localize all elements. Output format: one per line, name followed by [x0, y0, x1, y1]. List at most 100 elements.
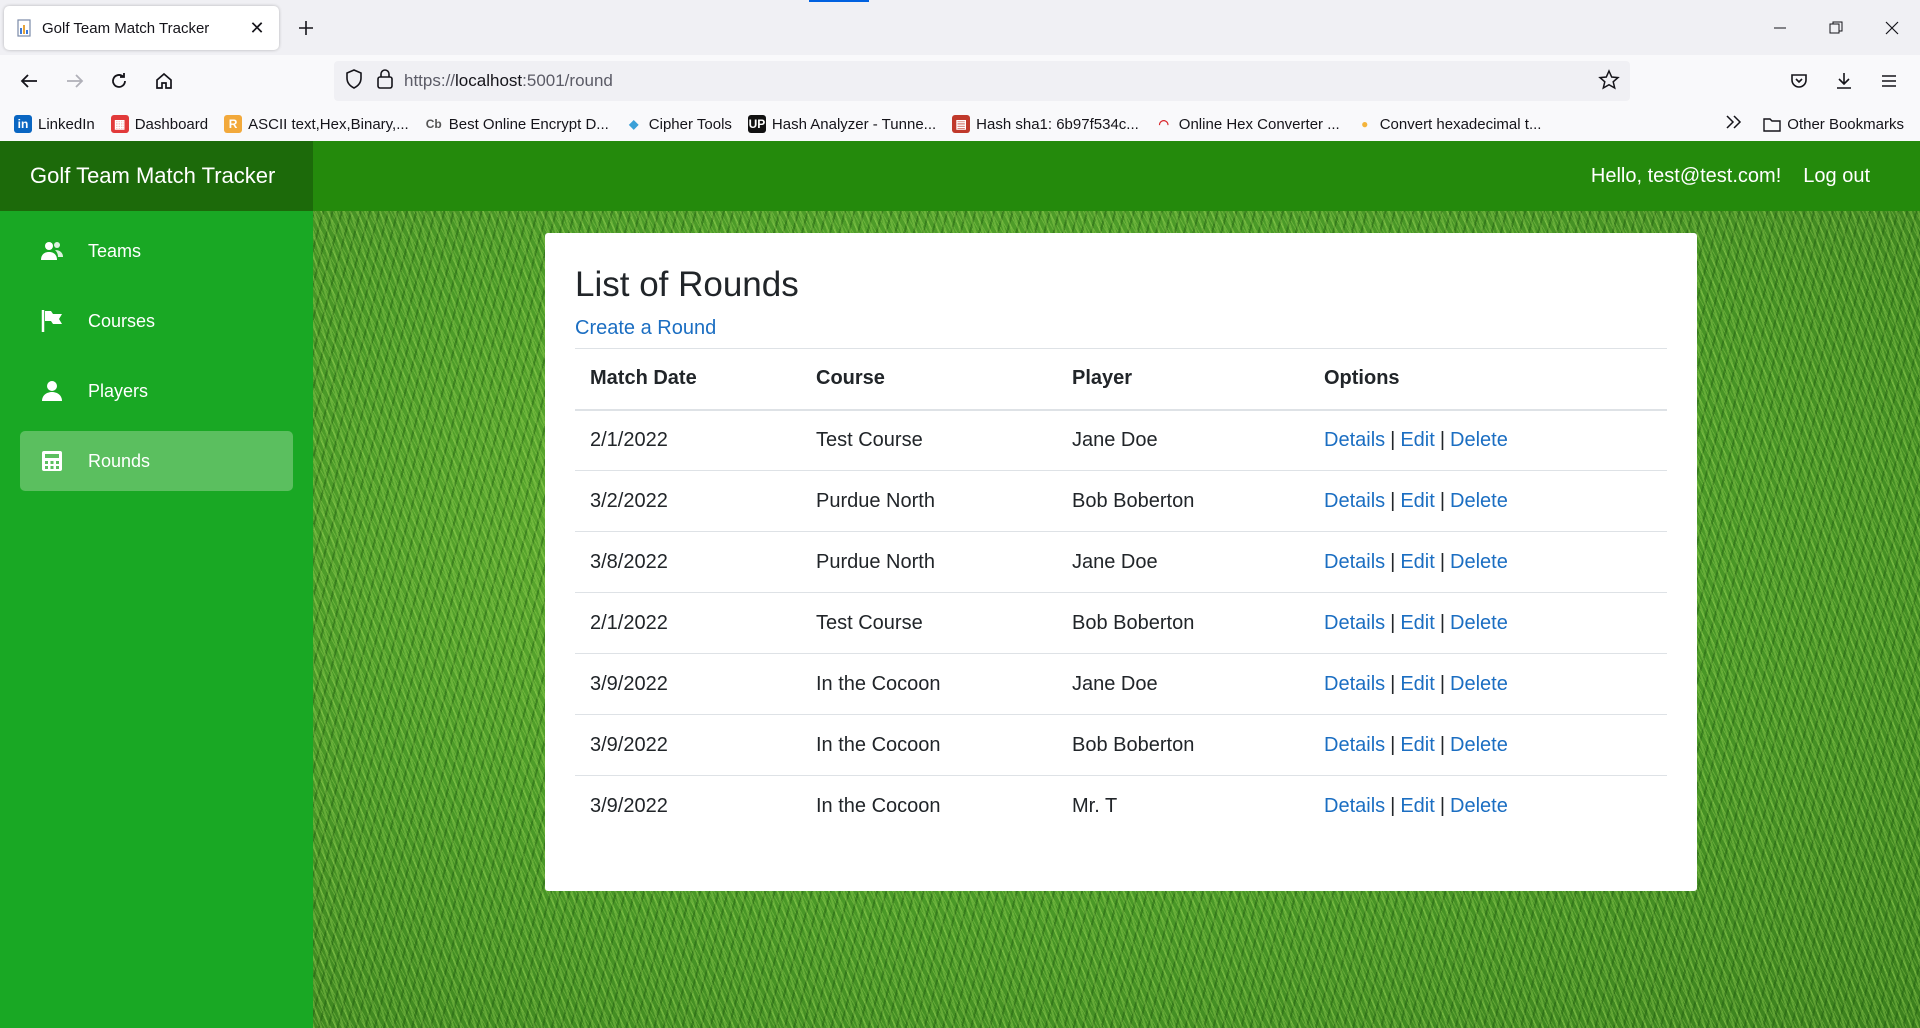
address-bar[interactable]: https://localhost:5001/round — [334, 61, 1630, 101]
up-icon: UP — [747, 115, 766, 133]
cell-match-date: 3/9/2022 — [575, 653, 801, 715]
edit-link[interactable]: Edit — [1400, 429, 1434, 451]
pocket-icon[interactable] — [1782, 64, 1816, 98]
forward-arrow-icon[interactable] — [58, 64, 92, 98]
bookmark-item[interactable]: ▤ Hash sha1: 6b97f534c... — [946, 110, 1145, 138]
delete-link[interactable]: Delete — [1450, 490, 1508, 512]
table-row: 3/9/2022 In the Cocoon Jane Doe Details | Edi… — [575, 653, 1667, 715]
back-arrow-icon[interactable] — [12, 64, 46, 98]
separator: | — [1439, 550, 1446, 573]
app-brand[interactable]: Golf Team Match Tracker — [0, 141, 313, 211]
bookmark-item[interactable]: R ASCII text,Hex,Binary,... — [218, 110, 415, 138]
minimize-icon[interactable] — [1752, 0, 1808, 55]
column-header-match-date: Match Date — [575, 348, 801, 411]
home-icon[interactable] — [147, 64, 181, 98]
chevron-overflow-icon[interactable] — [1725, 114, 1743, 135]
separator: | — [1390, 428, 1396, 451]
separator: | — [1439, 489, 1446, 512]
convert-icon: ● — [1361, 117, 1369, 131]
close-tab-icon[interactable]: ✕ — [243, 14, 271, 42]
table-row: 3/2/2022 Purdue North Bob Boberton Details |… — [575, 470, 1667, 532]
menu-hamburger-icon[interactable] — [1872, 64, 1906, 98]
folder-icon — [1763, 115, 1781, 133]
details-link[interactable]: Details — [1324, 490, 1385, 512]
edit-link[interactable]: Edit — [1400, 551, 1434, 573]
details-link[interactable]: Details — [1324, 612, 1385, 634]
reload-icon[interactable] — [102, 64, 136, 98]
separator: | — [1390, 489, 1396, 512]
url-scheme: https:// — [404, 71, 456, 90]
rounds-card: List of Rounds Create a Round Match Date… — [545, 233, 1697, 891]
table-row: 3/9/2022 In the Cocoon Mr. T Details | Edit | D… — [575, 776, 1667, 837]
calculator-icon — [40, 449, 64, 473]
teams-icon — [40, 239, 64, 263]
cell-player: Jane Doe — [1057, 409, 1309, 471]
cell-options: Details | Edit | Delete — [1309, 776, 1667, 837]
cell-course: In the Cocoon — [801, 653, 1057, 715]
app-header: Golf Team Match Tracker Hello, test@test… — [0, 141, 1920, 211]
new-tab-plus-icon[interactable] — [290, 12, 322, 44]
downloads-icon[interactable] — [1827, 64, 1861, 98]
details-link[interactable]: Details — [1324, 673, 1385, 695]
url-text: https://localhost:5001/round — [404, 71, 613, 91]
lock-icon[interactable] — [376, 68, 394, 95]
sidebar-item-teams[interactable]: Teams — [20, 221, 293, 281]
logout-button[interactable]: Log out — [1803, 165, 1870, 188]
cell-course: Purdue North — [801, 531, 1057, 593]
delete-link[interactable]: Delete — [1450, 612, 1508, 634]
bookmark-item[interactable]: ◠ Online Hex Converter ... — [1149, 110, 1346, 138]
cb-icon: Cb — [425, 117, 442, 131]
cell-player: Mr. T — [1072, 794, 1118, 817]
details-link[interactable]: Details — [1324, 734, 1385, 756]
bookmark-label: LinkedIn — [38, 115, 95, 133]
other-bookmarks[interactable]: Other Bookmarks — [1757, 110, 1910, 138]
edit-link[interactable]: Edit — [1400, 490, 1434, 512]
cell-options: Details | Edit | Delete — [1309, 653, 1667, 715]
bookmark-item[interactable]: ◆ Cipher Tools — [619, 110, 738, 138]
bookmark-item[interactable]: UP Hash Analyzer - Tunne... — [742, 110, 942, 138]
cell-player: Bob Boberton — [1057, 714, 1309, 776]
bookmark-item[interactable]: Cb Best Online Encrypt D... — [419, 110, 615, 138]
browser-tab-strip: Golf Team Match Tracker ✕ — [0, 0, 1920, 55]
delete-link[interactable]: Delete — [1450, 795, 1508, 817]
sidebar-item-rounds[interactable]: Rounds — [20, 431, 293, 491]
cell-options: Details | Edit | Delete — [1309, 592, 1667, 654]
cell-match-date: 3/8/2022 — [575, 531, 801, 593]
delete-link[interactable]: Delete — [1450, 673, 1508, 695]
edit-link[interactable]: Edit — [1400, 734, 1434, 756]
close-window-icon[interactable] — [1864, 0, 1920, 55]
bookmark-item[interactable]: in LinkedIn — [8, 110, 101, 138]
cipher-icon: ◆ — [629, 117, 639, 131]
sidebar-item-players[interactable]: Players — [20, 361, 293, 421]
restore-icon[interactable] — [1808, 0, 1864, 55]
bookmark-label: Cipher Tools — [648, 115, 732, 133]
create-round-link[interactable]: Create a Round — [575, 317, 716, 340]
delete-link[interactable]: Delete — [1450, 734, 1508, 756]
url-host: localhost — [455, 71, 523, 90]
delete-link[interactable]: Delete — [1450, 429, 1508, 451]
edit-link[interactable]: Edit — [1400, 612, 1434, 634]
shield-icon[interactable] — [344, 68, 364, 95]
delete-link[interactable]: Delete — [1450, 551, 1508, 573]
window-controls — [1752, 0, 1920, 55]
bookmark-star-icon[interactable] — [1598, 69, 1620, 96]
sidebar-item-courses[interactable]: Courses — [20, 291, 293, 351]
sidebar-item-label: Rounds — [88, 450, 151, 471]
tab-title: Golf Team Match Tracker — [42, 19, 210, 37]
page-title: List of Rounds — [575, 265, 799, 304]
bookmarks-right: Other Bookmarks — [1725, 110, 1910, 138]
user-greeting[interactable]: Hello, test@test.com! — [1591, 165, 1781, 188]
separator: | — [1439, 733, 1446, 756]
bookmark-item[interactable]: ● Convert hexadecimal t... — [1350, 110, 1548, 138]
url-path: :5001/round — [522, 71, 613, 90]
edit-link[interactable]: Edit — [1400, 795, 1434, 817]
details-link[interactable]: Details — [1324, 795, 1385, 817]
sidebar-item-label: Teams — [88, 240, 142, 261]
browser-tab[interactable]: Golf Team Match Tracker ✕ — [4, 6, 279, 50]
cell-match-date: 2/1/2022 — [575, 409, 801, 471]
details-link[interactable]: Details — [1324, 551, 1385, 573]
edit-link[interactable]: Edit — [1400, 673, 1434, 695]
bookmark-item[interactable]: ▦ Dashboard — [105, 110, 214, 138]
rounds-table: Match Date Course Player Options 2/1/202… — [575, 348, 1667, 837]
details-link[interactable]: Details — [1324, 429, 1385, 451]
